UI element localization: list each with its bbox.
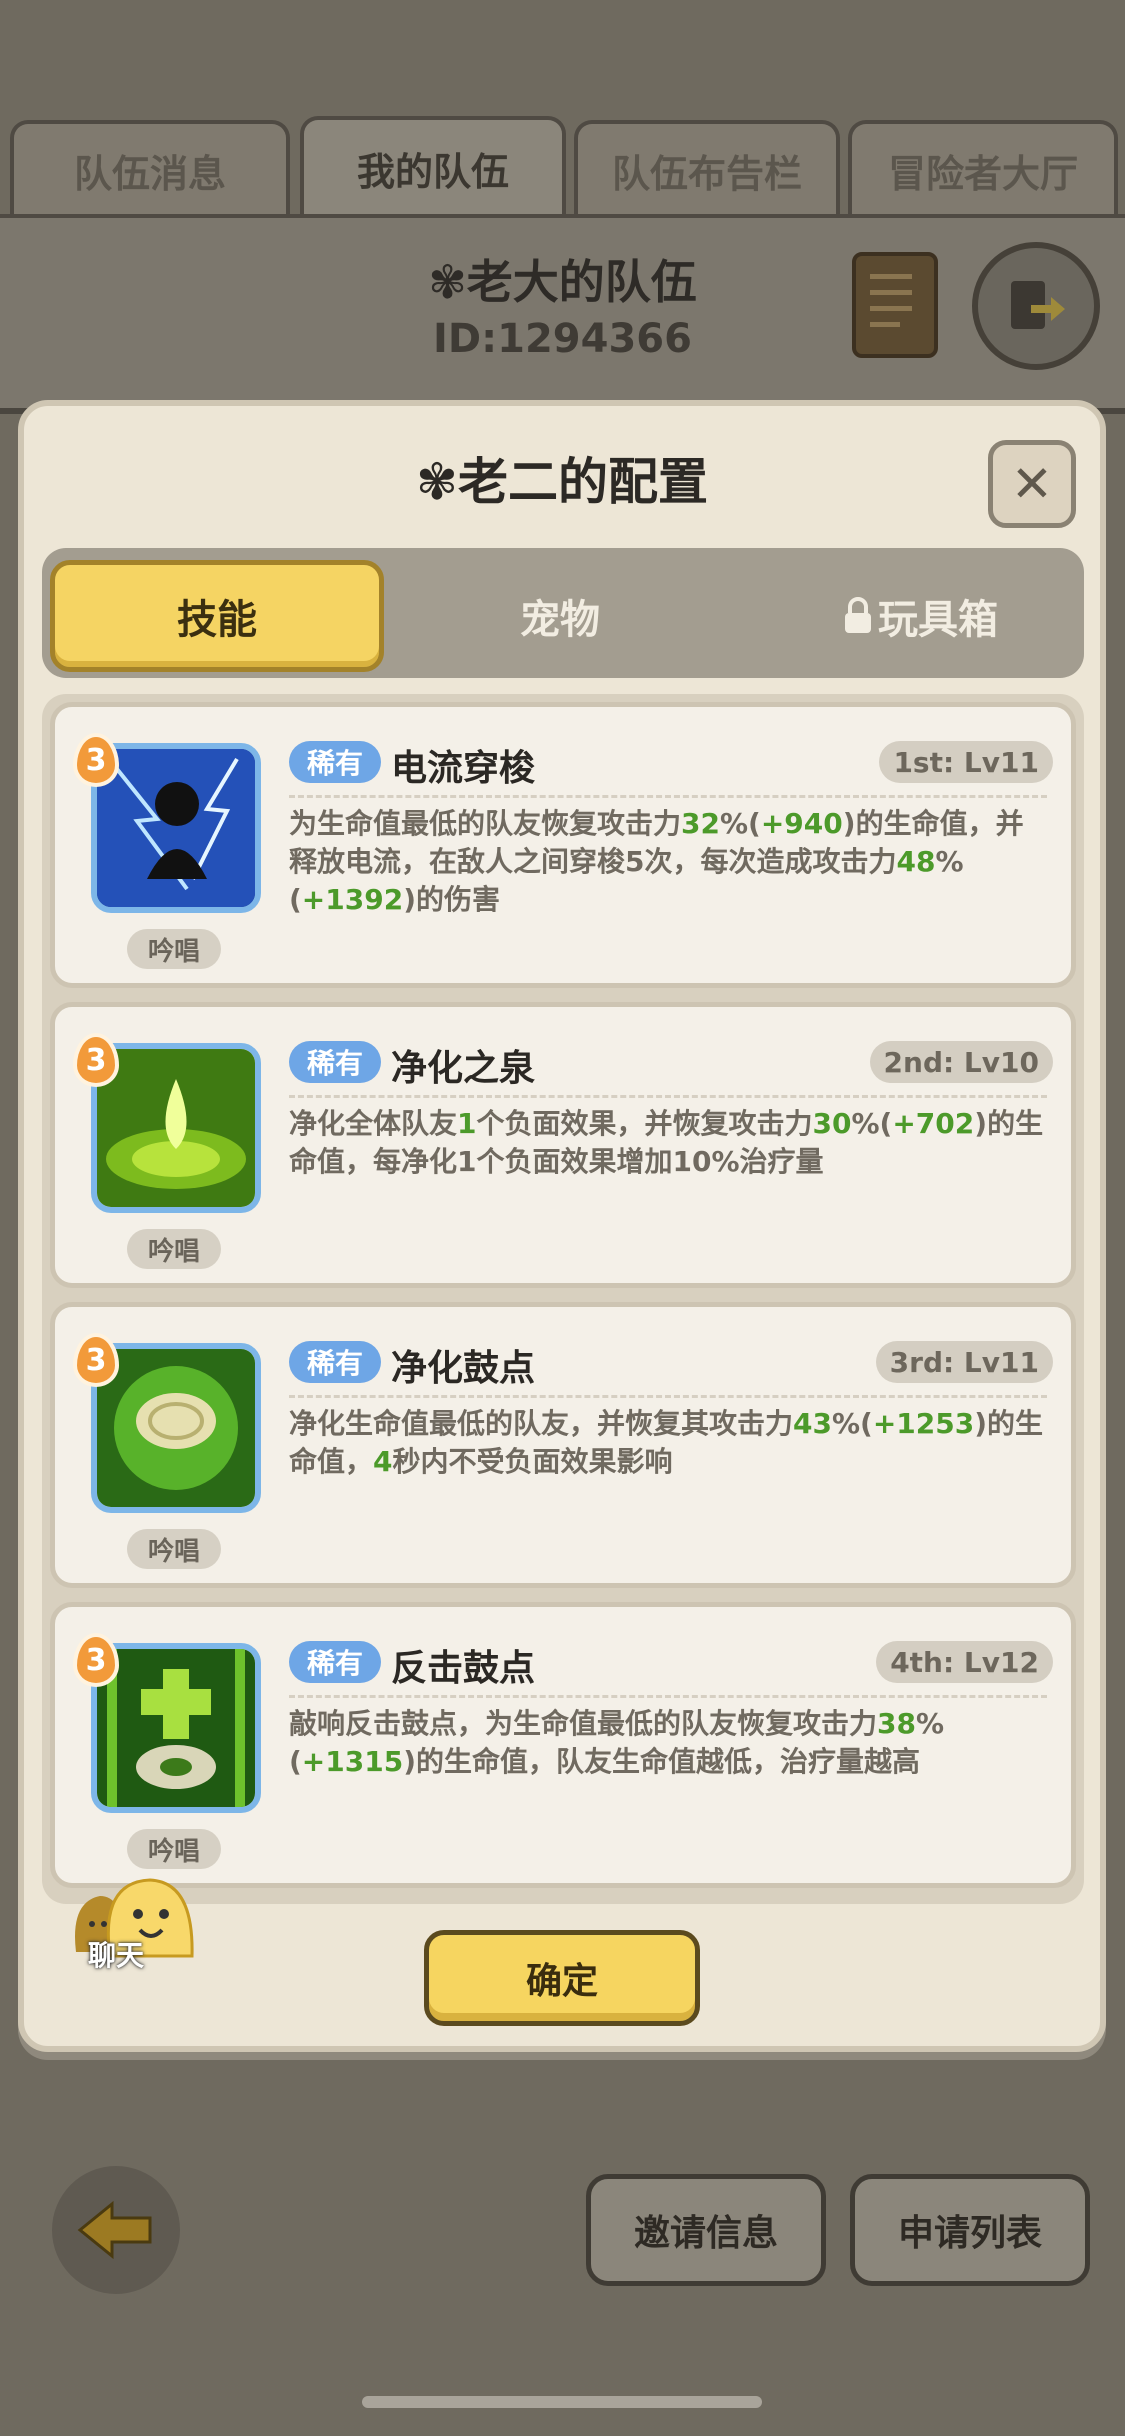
skill-description: 敲响反击鼓点，为生命值最低的队友恢复攻击力38%(+1315)的生命值，队友生命…	[289, 1707, 945, 1778]
rarity-badge: 稀有	[289, 741, 381, 783]
tab-toy-box-label: 玩具箱	[878, 597, 998, 643]
back-arrow-icon	[77, 2200, 152, 2260]
level-badge: 3	[73, 733, 119, 787]
scroll-lines-icon	[870, 274, 912, 327]
cast-type-badge: 吟唱	[127, 1229, 221, 1269]
tab-team-messages[interactable]: 队伍消息	[10, 120, 290, 216]
rarity-badge: 稀有	[289, 1641, 381, 1683]
confirm-button[interactable]: 确定	[424, 1930, 700, 2026]
cast-type-badge: 吟唱	[127, 929, 221, 969]
level-badge: 3	[73, 1333, 119, 1387]
skill-description: 净化生命值最低的队友，并恢复其攻击力43%(+1253)的生命值，4秒内不受负面…	[289, 1407, 1044, 1478]
home-indicator[interactable]	[362, 2396, 762, 2408]
close-icon: ✕	[1011, 455, 1053, 513]
team-tab-bar: 队伍消息 我的队伍 队伍布告栏 冒险者大厅	[0, 112, 1125, 216]
back-button[interactable]	[52, 2166, 180, 2294]
cast-type-badge: 吟唱	[127, 1829, 221, 1869]
tab-team-board[interactable]: 队伍布告栏	[574, 120, 840, 216]
skill-card[interactable]: 3 吟唱 稀有 电流穿梭 1st: Lv11 为生命值最低的队友恢复攻击力32%…	[50, 702, 1076, 988]
skill-name: 电流穿梭	[391, 748, 536, 789]
divider	[289, 1695, 1047, 1698]
team-id: ID:1294366	[433, 316, 692, 362]
skill-name: 净化鼓点	[391, 1348, 536, 1389]
level-badge: 3	[73, 1033, 119, 1087]
divider	[289, 1095, 1047, 1098]
modal-title: ✾老二的配置	[416, 453, 708, 511]
close-button[interactable]: ✕	[988, 440, 1076, 528]
level-badge: 3	[73, 1633, 119, 1687]
team-header	[0, 214, 1125, 414]
rarity-badge: 稀有	[289, 1041, 381, 1083]
tab-adventurer-hall[interactable]: 冒险者大厅	[848, 120, 1118, 216]
divider	[289, 1395, 1047, 1398]
tab-skills[interactable]: 技能	[50, 560, 384, 672]
exit-door-icon	[1011, 281, 1065, 329]
rarity-badge: 稀有	[289, 1341, 381, 1383]
skill-card[interactable]: 3 吟唱 稀有 反击鼓点 4th: Lv12 敲响反击鼓点，为生命值最低的队友恢…	[50, 1602, 1076, 1888]
skill-description: 为生命值最低的队友恢复攻击力32%(+940)的生命值，并释放电流，在敌人之间穿…	[289, 807, 1024, 916]
tab-toy-box[interactable]: 玩具箱	[800, 560, 1040, 672]
skill-card[interactable]: 3 吟唱 稀有 净化之泉 2nd: Lv10 净化全体队友1个负面效果，并恢复攻…	[50, 1002, 1076, 1288]
cast-type-badge: 吟唱	[127, 1529, 221, 1569]
skill-slot-level: 3rd: Lv11	[875, 1341, 1053, 1383]
apply-list-button[interactable]: 申请列表	[850, 2174, 1090, 2286]
exit-team-button[interactable]	[972, 242, 1100, 370]
skill-slot-level: 4th: Lv12	[876, 1641, 1053, 1683]
skill-slot-level: 2nd: Lv10	[869, 1041, 1053, 1083]
divider	[289, 795, 1047, 798]
invite-info-button[interactable]: 邀请信息	[586, 2174, 826, 2286]
team-name: ✾老大的队伍	[428, 255, 697, 309]
chat-label: 聊天	[88, 1939, 145, 1972]
skill-name: 净化之泉	[391, 1048, 536, 1089]
lock-icon	[845, 597, 871, 633]
skill-card[interactable]: 3 吟唱 稀有 净化鼓点 3rd: Lv11 净化生命值最低的队友，并恢复其攻击…	[50, 1302, 1076, 1588]
skill-slot-level: 1st: Lv11	[879, 741, 1053, 783]
tab-my-team[interactable]: 我的队伍	[300, 116, 566, 216]
tab-pets[interactable]: 宠物	[440, 560, 680, 672]
scroll-icon[interactable]	[852, 252, 938, 358]
skill-name: 反击鼓点	[391, 1648, 536, 1689]
skill-description: 净化全体队友1个负面效果，并恢复攻击力30%(+702)的生命值，每净化1个负面…	[289, 1107, 1044, 1178]
